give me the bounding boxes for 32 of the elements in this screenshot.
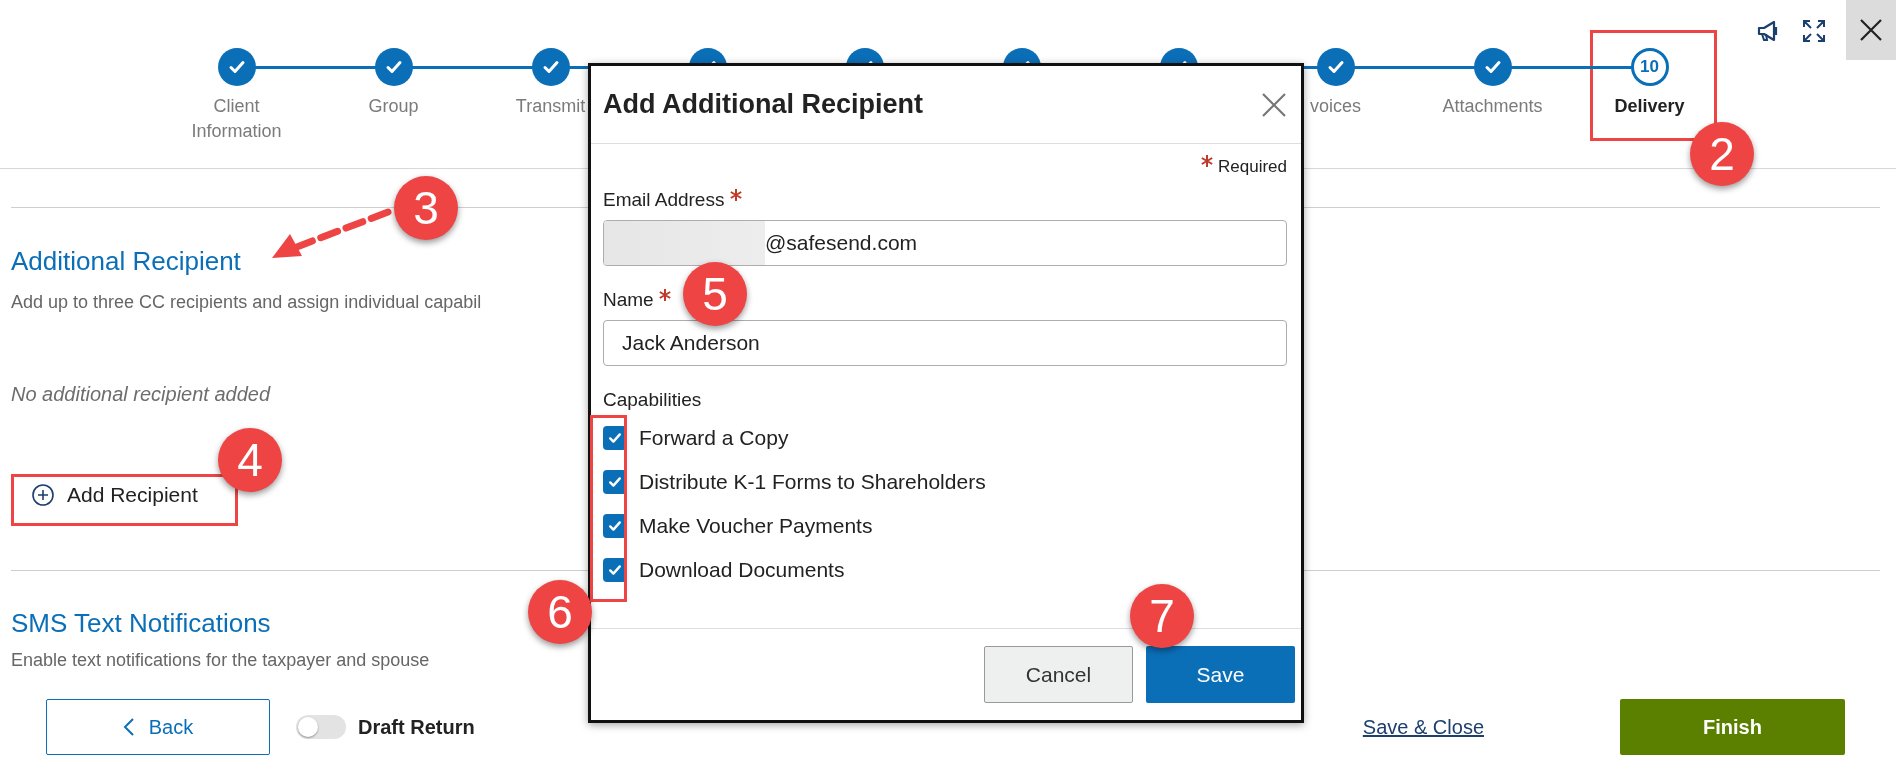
field-label: Name [603,288,654,310]
section-description: Enable text notifications for the taxpayer and spouse [11,649,430,672]
step-label[interactable]: Attachments [1422,94,1563,119]
save-button[interactable]: Save [1146,646,1295,703]
step-label[interactable]: Client Information [166,94,307,144]
checkbox-label: Forward a Copy [639,424,789,451]
toggle-label: Draft Return [358,715,475,740]
capabilities-label: Capabilities [603,387,703,412]
name-field[interactable]: Jack Anderson [603,319,1287,366]
checkbox-label: Distribute K-1 Forms to Shareholders [639,468,986,495]
dialog-title: Add Additional Recipient [603,88,923,121]
required-note: Required [1218,157,1287,176]
step-number: 10 [1630,48,1669,86]
callout-number: 2 [1690,122,1754,186]
email-field[interactable]: @safesend.com [603,219,1287,266]
add-recipient-button[interactable]: Add Recipient [15,472,214,518]
empty-message: No additional recipient added [11,382,271,407]
step-label[interactable]: Delivery [1579,94,1720,119]
cancel-button[interactable]: Cancel [984,646,1133,703]
step-label[interactable]: Group [323,94,464,119]
checkbox-label: Download Documents [639,556,845,583]
finish-button[interactable]: Finish [1620,699,1845,755]
field-label: Email Address [603,188,725,210]
section-title: Additional Recipient [11,245,241,277]
section-title: SMS Text Notifications [11,607,271,639]
checkbox-label: Make Voucher Payments [639,512,873,539]
callout-number: 4 [218,428,282,492]
callout-number: 3 [394,176,458,240]
section-description: Add up to three CC recipients and assign individual capabil [11,291,482,314]
save-close-link[interactable]: Save & Close [1362,712,1484,742]
back-button[interactable]: Back [46,699,270,755]
callout-number: 6 [528,580,592,644]
